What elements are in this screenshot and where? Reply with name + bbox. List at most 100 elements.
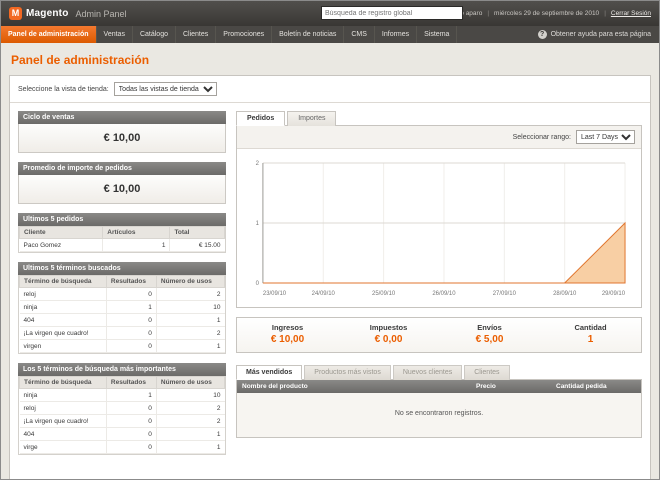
nav-item-cms[interactable]: CMS [344, 26, 375, 43]
help-icon: ? [538, 30, 547, 39]
column-header: Cliente [20, 227, 103, 239]
svg-text:29/09/10: 29/09/10 [602, 291, 626, 297]
last-search-title: Ultimos 5 términos buscados [18, 262, 226, 275]
chart-tabs: Pedidos Importes [236, 111, 642, 126]
help-label: Obtener ayuda para esta página [551, 31, 651, 38]
order-total: € 15.00 [170, 239, 225, 252]
search-results: 0 [106, 314, 156, 327]
search-results: 1 [106, 301, 156, 314]
search-uses: 2 [156, 327, 224, 340]
nav-item-clientes[interactable]: Clientes [176, 26, 216, 43]
search-term-row[interactable]: virgen 0 1 [20, 340, 225, 353]
search-term: 404 [20, 314, 107, 327]
tab-nuevos-clientes[interactable]: Nuevos clientes [393, 365, 462, 380]
search-results: 0 [106, 441, 156, 454]
search-term: ninja [20, 389, 107, 402]
dashboard-left-column: Ciclo de ventas € 10,00 Promedio de impo… [18, 111, 226, 464]
nav-item-informes[interactable]: Informes [375, 26, 417, 43]
search-term-row[interactable]: ¡La virgen que cuadro! 0 2 [20, 415, 225, 428]
stat-value: € 5,00 [439, 334, 540, 345]
stat-ingresos: Ingresos € 10,00 [237, 318, 338, 352]
search-term-row[interactable]: reloj 0 2 [20, 402, 225, 415]
svg-text:27/09/10: 27/09/10 [493, 291, 517, 297]
order-row[interactable]: Paco Gomez 1 € 15.00 [20, 239, 225, 252]
tab-clientes[interactable]: Clientes [464, 365, 509, 380]
magento-admin-window: M Magento Admin Panel Accedió como aparo… [0, 0, 660, 480]
range-row: Seleccionar rango: Last 7 Days [237, 126, 641, 149]
help-link[interactable]: ? Obtener ayuda para esta página [538, 26, 659, 43]
range-select[interactable]: Last 7 Days [576, 130, 635, 144]
stat-label: Impuestos [338, 323, 439, 332]
nav-item-ventas[interactable]: Ventas [97, 26, 133, 43]
products-tabs: Más vendidos Productos más vistos Nuevos… [236, 365, 642, 380]
lifetime-sales-panel: Ciclo de ventas € 10,00 [18, 111, 226, 153]
global-search-input[interactable] [321, 6, 463, 20]
range-label: Seleccionar rango: [513, 134, 571, 141]
top-search-panel: Los 5 términos de búsqueda más important… [18, 363, 226, 455]
nav-item-promociones[interactable]: Promociones [216, 26, 272, 43]
tab-mas-vendidos[interactable]: Más vendidos [236, 365, 302, 380]
search-term-row[interactable]: reloj 0 2 [20, 288, 225, 301]
search-term-row[interactable]: virge 0 1 [20, 441, 225, 454]
average-orders-title: Promedio de importe de pedidos [18, 162, 226, 175]
search-term-row[interactable]: 404 0 1 [20, 428, 225, 441]
dashboard-right-column: Pedidos Importes Seleccionar rango: Last… [236, 111, 642, 438]
average-orders-value: € 10,00 [18, 175, 226, 204]
stat-label: Cantidad [540, 323, 641, 332]
store-view-label: Seleccione la vista de tienda: [18, 86, 109, 93]
svg-text:2: 2 [256, 161, 260, 167]
store-view-row: Seleccione la vista de tienda: Todas las… [10, 76, 650, 103]
tab-importes[interactable]: Importes [287, 111, 336, 126]
svg-text:0: 0 [256, 281, 260, 287]
column-header: Número de usos [156, 276, 224, 288]
search-term-row[interactable]: ¡La virgen que cuadro! 0 2 [20, 327, 225, 340]
stat-label: Ingresos [237, 323, 338, 332]
top-header: M Magento Admin Panel Accedió como aparo… [1, 1, 659, 26]
order-items: 1 [103, 239, 170, 252]
nav-item-sistema[interactable]: Sistema [417, 26, 457, 43]
nav-item-catalogo[interactable]: Catálogo [133, 26, 176, 43]
column-header: Nombre del producto [237, 380, 471, 393]
search-term-row[interactable]: ninja 1 10 [20, 389, 225, 402]
svg-text:25/09/10: 25/09/10 [372, 291, 396, 297]
search-results: 1 [106, 389, 156, 402]
nav-item-boletin[interactable]: Boletín de noticias [272, 26, 344, 43]
lifetime-sales-value: € 10,00 [18, 124, 226, 153]
search-term: reloj [20, 402, 107, 415]
column-header: Resultados [106, 276, 156, 288]
search-term: virge [20, 441, 107, 454]
chart-card: Seleccionar rango: Last 7 Days 01223/09/… [236, 126, 642, 308]
column-header: Número de usos [156, 377, 224, 389]
search-uses: 1 [156, 441, 224, 454]
search-term: virgen [20, 340, 107, 353]
column-header: Término de búsqueda [20, 377, 107, 389]
store-view-select[interactable]: Todas las vistas de tienda [114, 82, 217, 96]
search-results: 0 [106, 415, 156, 428]
search-term: ¡La virgen que cuadro! [20, 415, 107, 428]
average-orders-panel: Promedio de importe de pedidos € 10,00 [18, 162, 226, 204]
search-results: 0 [106, 340, 156, 353]
search-uses: 10 [156, 301, 224, 314]
magento-logo-icon: M [9, 7, 22, 20]
top-search-title: Los 5 términos de búsqueda más important… [18, 363, 226, 376]
logout-link[interactable]: Cerrar Sesión [611, 10, 651, 17]
search-term: ¡La virgen que cuadro! [20, 327, 107, 340]
lifetime-sales-title: Ciclo de ventas [18, 111, 226, 124]
tab-productos-mas-vistos[interactable]: Productos más vistos [304, 365, 391, 380]
totals-bar: Ingresos € 10,00 Impuestos € 0,00 Envíos… [236, 317, 642, 353]
last-search-panel: Ultimos 5 términos buscados Término de b… [18, 262, 226, 354]
header-separator: | [604, 10, 606, 17]
nav-item-dashboard[interactable]: Panel de administración [1, 26, 97, 43]
search-uses: 2 [156, 415, 224, 428]
search-term: 404 [20, 428, 107, 441]
search-results: 0 [106, 327, 156, 340]
last-orders-panel: Ultimos 5 pedidos Cliente Artículos Tota… [18, 213, 226, 253]
search-term-row[interactable]: ninja 1 10 [20, 301, 225, 314]
search-term: ninja [20, 301, 107, 314]
tab-pedidos[interactable]: Pedidos [236, 111, 285, 126]
search-uses: 2 [156, 288, 224, 301]
svg-text:23/09/10: 23/09/10 [263, 291, 287, 297]
search-term-row[interactable]: 404 0 1 [20, 314, 225, 327]
search-uses: 1 [156, 340, 224, 353]
main-nav: Panel de administración Ventas Catálogo … [1, 26, 659, 43]
